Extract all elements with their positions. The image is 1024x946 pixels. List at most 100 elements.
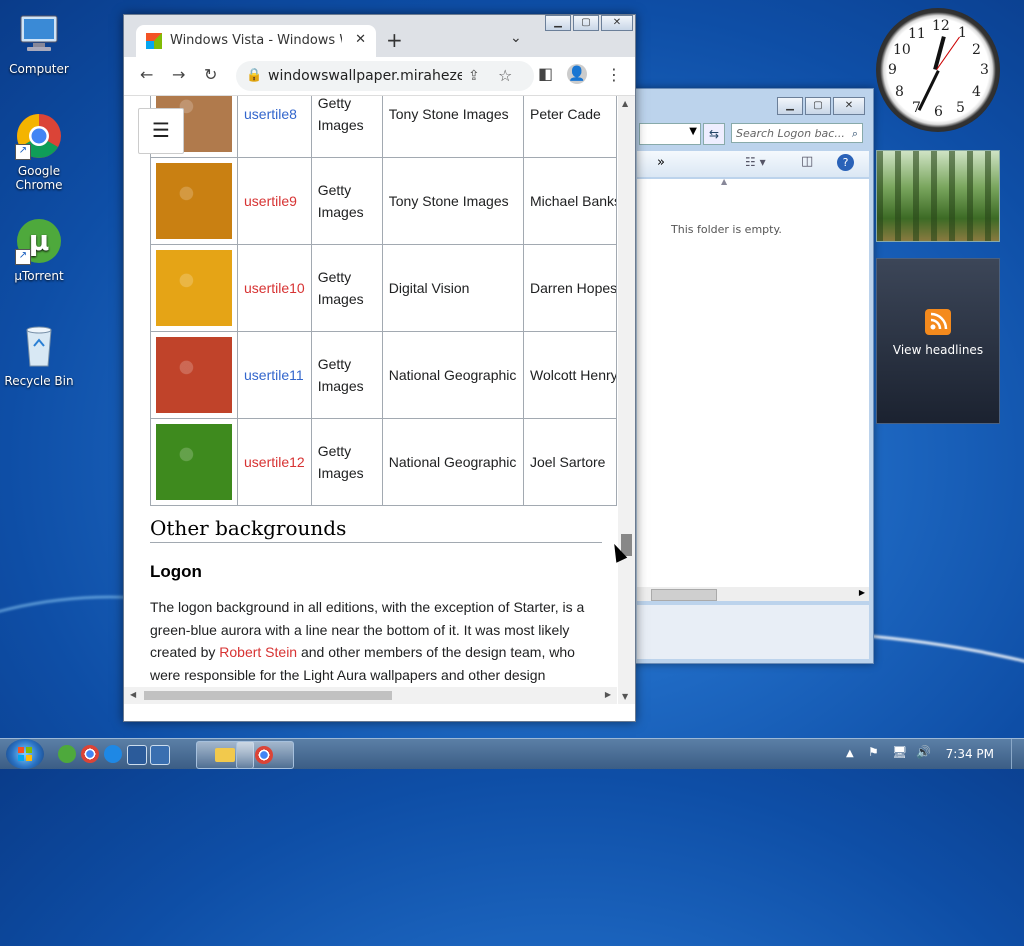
menu-kebab-icon[interactable]: ⋮ [606, 65, 622, 84]
volume-icon[interactable]: 🔊 [916, 745, 931, 759]
clock-numeral: 4 [972, 84, 981, 100]
clock-gadget[interactable]: 12 3 6 9 1 2 4 5 7 8 10 11 [876, 8, 1000, 132]
back-arrow-icon[interactable]: ← [140, 65, 153, 84]
scroll-left-icon[interactable]: ◀ [130, 690, 136, 699]
utorrent-icon: µ ↗ [15, 217, 63, 265]
minimize-button[interactable]: ▁ [777, 97, 803, 115]
explorer-file-list[interactable]: ▲ This folder is empty. [637, 177, 869, 587]
preview-pane-icon[interactable]: ◫ [801, 154, 813, 169]
usertile-link[interactable]: usertile9 [244, 193, 297, 209]
start-button[interactable] [6, 739, 44, 769]
folder-empty-text: This folder is empty. [671, 223, 782, 236]
forward-arrow-icon[interactable]: → [172, 65, 185, 84]
minimize-button[interactable]: ▁ [545, 15, 571, 31]
scroll-down-icon[interactable]: ▼ [622, 692, 628, 701]
collection-cell: Tony Stone Images [381, 96, 524, 158]
folder-icon [215, 748, 235, 762]
desktop-icon-label: Recycle Bin [4, 374, 74, 388]
refresh-icon[interactable]: ⇆ [703, 123, 725, 145]
name-cell: usertile8 [237, 96, 312, 158]
more-commands-icon[interactable]: » [657, 155, 665, 170]
usertile-link[interactable]: usertile11 [244, 367, 304, 383]
views-icon[interactable]: ☷ ▾ [745, 155, 766, 169]
page-content[interactable]: ☰ usertile8 Getty Images Tony Stone Images… [124, 96, 617, 704]
usertile-thumbnail[interactable] [156, 250, 232, 326]
chrome-window[interactable]: Windows Vista - Windows Wallpaper Wiki ✕… [123, 14, 636, 722]
chrome-quicklaunch-icon[interactable] [81, 745, 99, 763]
explorer-horizontal-scrollbar[interactable]: ▶ [637, 587, 869, 601]
internet-explorer-icon[interactable] [104, 745, 122, 763]
reload-icon[interactable]: ↻ [204, 65, 217, 84]
author-cell: Darren Hopes [522, 244, 617, 332]
close-button[interactable]: ✕ [833, 97, 865, 115]
clock-numeral: 11 [908, 26, 926, 42]
action-center-icon[interactable]: ⚑ [868, 745, 879, 759]
usertile-thumbnail[interactable] [156, 424, 232, 500]
collection-cell: Digital Vision [381, 244, 524, 332]
tab-strip: Windows Vista - Windows Wallpaper Wiki ✕… [124, 15, 635, 57]
explorer-window[interactable]: ▁ ▢ ✕ ▼ ⇆ Search Logon bac... ⌕ » ☷ ▾ ◫ … [632, 88, 874, 664]
scrollbar-thumb[interactable] [651, 589, 717, 601]
name-cell: usertile11 [237, 331, 312, 419]
maximize-button[interactable]: ▢ [805, 97, 831, 115]
scroll-right-icon[interactable]: ▶ [605, 690, 611, 699]
browser-tab[interactable]: Windows Vista - Windows Wallpaper Wiki ✕ [136, 25, 376, 57]
clock-numeral: 2 [972, 42, 981, 58]
usertile-link[interactable]: usertile8 [244, 106, 297, 122]
explorer-toolbar: » ☷ ▾ ◫ ? [637, 151, 869, 177]
address-bar[interactable]: 🔒 windowswallpaper.miraheze.org ⇪ ☆ [236, 61, 534, 91]
author-cell: Peter Cade [522, 96, 617, 158]
switch-windows-icon[interactable] [150, 745, 170, 765]
slideshow-gadget[interactable] [876, 150, 1000, 242]
maximize-button[interactable]: ▢ [573, 15, 599, 31]
desktop-icon-recycle-bin[interactable]: Recycle Bin [1, 322, 77, 388]
usertile-link[interactable]: usertile10 [244, 280, 305, 296]
table-row: usertile9 Getty Images Tony Stone Images Mi… [150, 157, 617, 245]
taskbar-clock[interactable]: 7:34 PM [946, 747, 994, 761]
scroll-right-icon[interactable]: ▶ [859, 588, 865, 597]
show-desktop-icon[interactable] [127, 745, 147, 765]
explorer-address-bar[interactable]: ▼ [639, 123, 701, 145]
name-cell: usertile12 [237, 418, 312, 506]
utorrent-quicklaunch-icon[interactable] [58, 745, 76, 763]
usertile-thumbnail[interactable] [156, 163, 232, 239]
usertile-thumbnail[interactable] [156, 337, 232, 413]
source-cell: Getty Images [310, 244, 383, 332]
clock-numeral: 6 [934, 104, 943, 120]
feed-headlines-gadget[interactable]: View headlines [876, 258, 1000, 424]
shortcut-arrow-icon: ↗ [15, 144, 31, 160]
scrollbar-thumb[interactable] [144, 691, 392, 700]
desktop-icon-computer[interactable]: Computer [1, 10, 77, 76]
scroll-up-icon[interactable]: ▲ [622, 99, 628, 108]
share-icon[interactable]: ⇪ [468, 61, 480, 91]
list-icon: ☰ [152, 118, 170, 142]
robert-stein-link[interactable]: Robert Stein [219, 644, 297, 660]
source-cell: Getty Images [310, 157, 383, 245]
show-desktop-button[interactable] [1011, 739, 1024, 769]
network-icon[interactable]: 🖥 [892, 745, 907, 759]
desktop-icon-google-chrome[interactable]: ↗ Google Chrome [1, 112, 77, 192]
table-of-contents-button[interactable]: ☰ [138, 108, 184, 154]
computer-icon [15, 10, 63, 58]
url-text: windowswallpaper.miraheze.org [268, 68, 462, 84]
side-panel-icon[interactable]: ◧ [538, 64, 553, 83]
help-icon[interactable]: ? [837, 154, 854, 171]
author-cell: Michael Banks [522, 157, 617, 245]
chevron-down-icon[interactable]: ▼ [689, 126, 697, 137]
page-vertical-scrollbar[interactable]: ▲ ▼ [618, 96, 635, 704]
view-headlines-label[interactable]: View headlines [877, 343, 999, 357]
show-hidden-icons-icon[interactable]: ▲ [846, 748, 854, 759]
bookmark-star-icon[interactable]: ☆ [498, 61, 512, 91]
tab-search-chevron-icon[interactable]: ⌄ [510, 30, 522, 46]
desktop-icon-utorrent[interactable]: µ ↗ µTorrent [1, 217, 77, 283]
new-tab-button[interactable]: + [386, 28, 403, 52]
taskbar-chrome-button[interactable] [236, 741, 294, 769]
close-button[interactable]: ✕ [601, 15, 633, 31]
page-horizontal-scrollbar[interactable]: ◀ ▶ [124, 687, 617, 704]
usertile-link[interactable]: usertile12 [244, 454, 305, 470]
tab-close-icon[interactable]: ✕ [355, 32, 366, 47]
profile-avatar-icon[interactable]: 👤 [567, 64, 587, 84]
lock-icon[interactable]: 🔒 [246, 61, 262, 91]
explorer-search-input[interactable]: Search Logon bac... ⌕ [731, 123, 863, 143]
clock-numeral: 9 [888, 62, 897, 78]
